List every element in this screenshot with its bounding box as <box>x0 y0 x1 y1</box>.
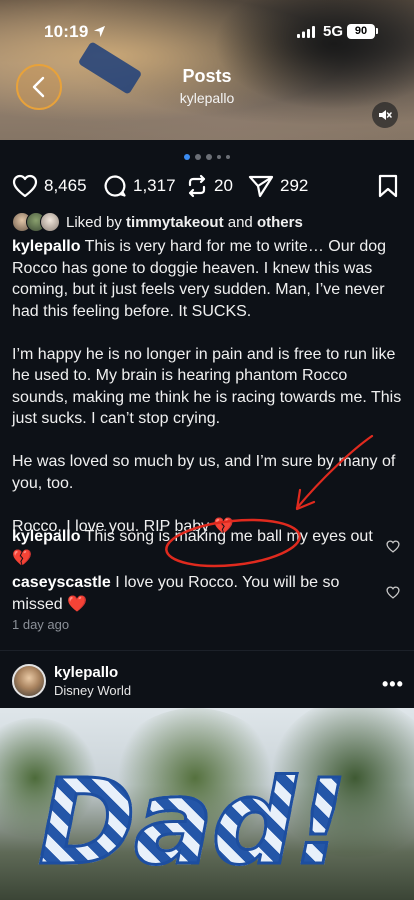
carousel-dot <box>217 155 221 159</box>
avatar[interactable] <box>12 664 46 698</box>
signal-icon <box>297 26 315 38</box>
carousel-dot-active <box>184 154 190 160</box>
carousel-dot <box>226 155 230 159</box>
status-bar: 10:19 5G 90 <box>0 0 414 54</box>
carousel-indicator <box>0 154 414 160</box>
comment-like-icon[interactable] <box>386 586 400 599</box>
carousel-dot <box>206 154 212 160</box>
like-action[interactable]: 8,465 <box>12 172 87 200</box>
liked-by-and: and <box>223 213 257 231</box>
comment-action[interactable]: 1,317 <box>103 172 176 200</box>
speaker-muted-icon <box>379 110 392 120</box>
liked-by-user[interactable]: timmytakeout <box>126 214 224 231</box>
more-options-icon[interactable]: ••• <box>382 674 404 695</box>
caption-paragraph: I’m happy he is no longer in pain and is… <box>12 345 402 428</box>
avatar <box>40 212 60 232</box>
caption-username[interactable]: kylepallo <box>12 238 80 255</box>
caption-paragraph: He was loved so much by us, and I’m sure… <box>12 453 396 492</box>
post-divider <box>0 650 414 651</box>
comment-username[interactable]: caseyscastle <box>12 574 111 591</box>
heart-icon[interactable] <box>12 174 38 198</box>
liked-by-prefix: Liked by <box>66 213 127 231</box>
battery-tip <box>376 28 378 34</box>
post-caption: kylepallo This is very hard for me to wr… <box>12 236 406 559</box>
send-icon[interactable] <box>248 174 274 198</box>
next-post-photo[interactable]: Dad! <box>0 708 414 900</box>
like-count: 8,465 <box>44 176 87 195</box>
liked-by-others[interactable]: others <box>257 214 303 231</box>
next-post-header: kylepallo Disney World ••• <box>0 662 414 702</box>
repost-count: 20 <box>214 176 233 195</box>
page-title: Posts <box>182 66 232 86</box>
bookmark-icon[interactable] <box>378 174 398 198</box>
page-subtitle[interactable]: kylepallo <box>0 90 414 106</box>
comment-item: caseyscastle I love you Rocco. You will … <box>12 572 384 615</box>
post-time: 1 day ago <box>12 617 70 632</box>
network-type: 5G <box>323 23 344 40</box>
comment-like-icon[interactable] <box>386 540 400 553</box>
post-actions: 8,465 1,317 20 292 <box>12 172 404 200</box>
caption-paragraph: kylepallo This is very hard for me to wr… <box>12 236 406 322</box>
mute-button[interactable] <box>372 102 398 128</box>
comment-icon[interactable] <box>103 174 127 198</box>
next-post-location[interactable]: Disney World <box>54 683 131 698</box>
comment-item: kylepallo This song is making me ball my… <box>12 526 384 569</box>
liked-by[interactable]: Liked by timmytakeout and others <box>12 210 404 234</box>
repost-icon[interactable] <box>186 174 208 198</box>
share-action[interactable]: 292 <box>248 172 308 200</box>
location-arrow-icon <box>93 25 106 38</box>
share-count: 292 <box>280 176 309 195</box>
battery-icon: 90 <box>347 24 375 39</box>
repost-action[interactable]: 20 <box>186 172 233 200</box>
carousel-dot <box>195 154 201 160</box>
comment-username[interactable]: kylepallo <box>12 528 80 545</box>
status-time: 10:19 <box>44 22 89 41</box>
liked-by-text: Liked by timmytakeout and others <box>66 214 303 231</box>
photo-sign-text: Dad! <box>37 753 350 891</box>
next-post-username[interactable]: kylepallo <box>54 664 118 681</box>
liker-avatars <box>12 212 64 232</box>
comment-count: 1,317 <box>133 176 176 195</box>
